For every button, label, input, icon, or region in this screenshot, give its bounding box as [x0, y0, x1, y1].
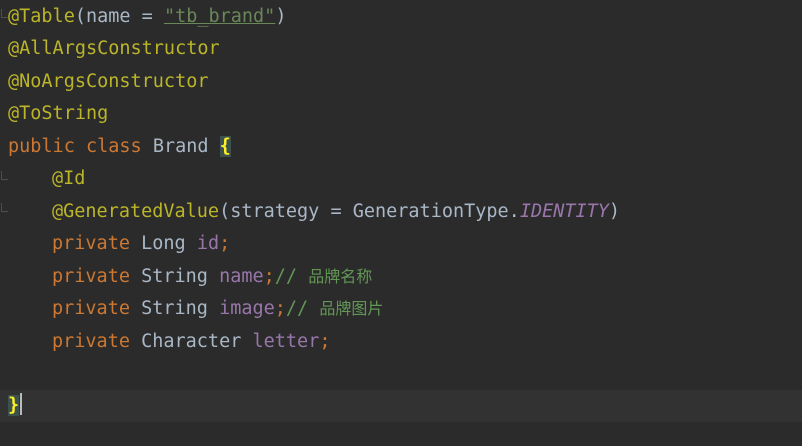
field-name: image [219, 298, 275, 319]
keyword-private: private [52, 266, 130, 287]
keyword-private: private [52, 233, 130, 254]
code-editor[interactable]: @Table(name = "tb_brand") @AllArgsConstr… [0, 0, 802, 446]
annotation-id: @Id [52, 168, 86, 189]
fold-icon[interactable] [1, 203, 8, 212]
semicolon: ; [319, 331, 331, 352]
paren-open: ( [74, 6, 86, 27]
open-brace: { [219, 136, 231, 157]
code-line-10[interactable]: private String image;// 品牌图片 [52, 293, 383, 325]
identity-constant: IDENTITY [519, 201, 609, 222]
field-type: String [141, 298, 208, 319]
fold-icon[interactable] [1, 9, 8, 18]
comment-text: 品牌图片 [319, 299, 384, 318]
comment-slash: // [274, 266, 309, 287]
code-line-1[interactable]: @Table(name = "tb_brand") [8, 1, 286, 33]
keyword-private: private [52, 331, 130, 352]
annotation-generated: @GeneratedValue [52, 201, 220, 222]
fold-icon[interactable] [1, 171, 8, 180]
code-line-11[interactable]: private Character letter; [52, 326, 330, 358]
code-line-7[interactable]: @GeneratedValue(strategy = GenerationTyp… [52, 196, 620, 228]
field-type: String [141, 266, 208, 287]
close-brace: } [8, 395, 20, 416]
field-name: letter [252, 331, 320, 352]
string-literal: "tb_brand" [163, 6, 276, 27]
semicolon: ; [219, 233, 231, 254]
field-type: Character [141, 331, 242, 352]
class-name: Brand [152, 136, 209, 157]
field-name: id [196, 233, 220, 254]
code-line-5[interactable]: public class Brand { [8, 131, 231, 163]
keyword-public: public [8, 136, 75, 157]
current-line-highlight [0, 390, 802, 422]
annotation-tostring: @ToString [8, 103, 109, 124]
keyword-class: class [85, 136, 142, 157]
code-line-9[interactable]: private String name;// 品牌名称 [52, 261, 372, 293]
text-caret [20, 393, 23, 415]
generated-args: (strategy = GenerationType. [219, 201, 520, 222]
code-line-3[interactable]: @NoArgsConstructor [8, 66, 208, 98]
generated-args-close: ) [608, 201, 621, 222]
paren-close: ) [275, 6, 287, 27]
code-line-6[interactable]: @Id [52, 163, 85, 195]
keyword-private: private [52, 298, 130, 319]
annotation-allargs: @AllArgsConstructor [8, 38, 220, 59]
semicolon: ; [263, 266, 275, 287]
field-type: Long [141, 233, 186, 254]
code-line-8[interactable]: private Long id; [52, 228, 230, 260]
annotation-noargs: @NoArgsConstructor [8, 71, 209, 92]
code-line-2[interactable]: @AllArgsConstructor [8, 33, 220, 65]
annotation-table: @Table [8, 6, 75, 27]
param-name: name = [85, 6, 164, 27]
comment-text: 品牌名称 [308, 267, 373, 286]
semicolon: ; [274, 298, 286, 319]
field-name: name [219, 266, 264, 287]
comment-slash: // [285, 298, 320, 319]
code-line-13[interactable]: } [8, 390, 23, 422]
code-line-4[interactable]: @ToString [8, 98, 108, 130]
